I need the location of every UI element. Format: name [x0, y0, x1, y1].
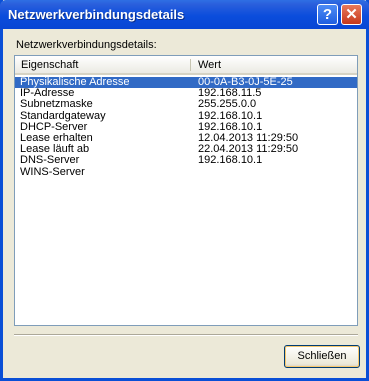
row-property: Standardgateway: [20, 109, 106, 122]
list-rows: Physikalische Adresse 00-0A-B3-0J-5E-25 …: [15, 77, 357, 178]
list-row-wins-server[interactable]: WINS-Server: [15, 165, 357, 178]
list-row-subnet-mask[interactable]: Subnetzmaske 255.255.0.0: [15, 99, 357, 110]
help-icon: ?: [322, 6, 333, 23]
close-icon: ✕: [345, 6, 358, 23]
separator-line: [14, 334, 358, 336]
row-value: 192.168.10.1: [198, 154, 263, 167]
dialog-window: Netzwerkverbindungsdetails ? ✕ Netzwerkv…: [0, 0, 369, 381]
column-header-property[interactable]: Eigenschaft: [21, 59, 78, 71]
window-title: Netzwerkverbindungsdetails: [8, 7, 185, 22]
close-button[interactable]: Schließen: [284, 345, 360, 368]
details-label: Netzwerkverbindungsdetails:: [16, 39, 157, 51]
details-listview[interactable]: Eigenschaft Wert Physikalische Adresse 0…: [14, 55, 358, 326]
row-value: 255.255.0.0: [198, 98, 257, 111]
row-property: DNS-Server: [20, 154, 80, 167]
column-separator[interactable]: [190, 59, 191, 71]
row-property: Subnetzmaske: [20, 98, 93, 111]
help-button[interactable]: ?: [317, 4, 338, 25]
row-property: WINS-Server: [20, 165, 85, 178]
row-value: 192.168.10.1: [198, 109, 263, 122]
title-bar[interactable]: Netzwerkverbindungsdetails ? ✕: [0, 0, 369, 29]
list-header: Eigenschaft Wert: [15, 56, 357, 75]
list-row-dns-server[interactable]: DNS-Server 192.168.10.1: [15, 155, 357, 166]
close-window-button[interactable]: ✕: [341, 4, 362, 25]
column-header-value[interactable]: Wert: [198, 59, 221, 71]
